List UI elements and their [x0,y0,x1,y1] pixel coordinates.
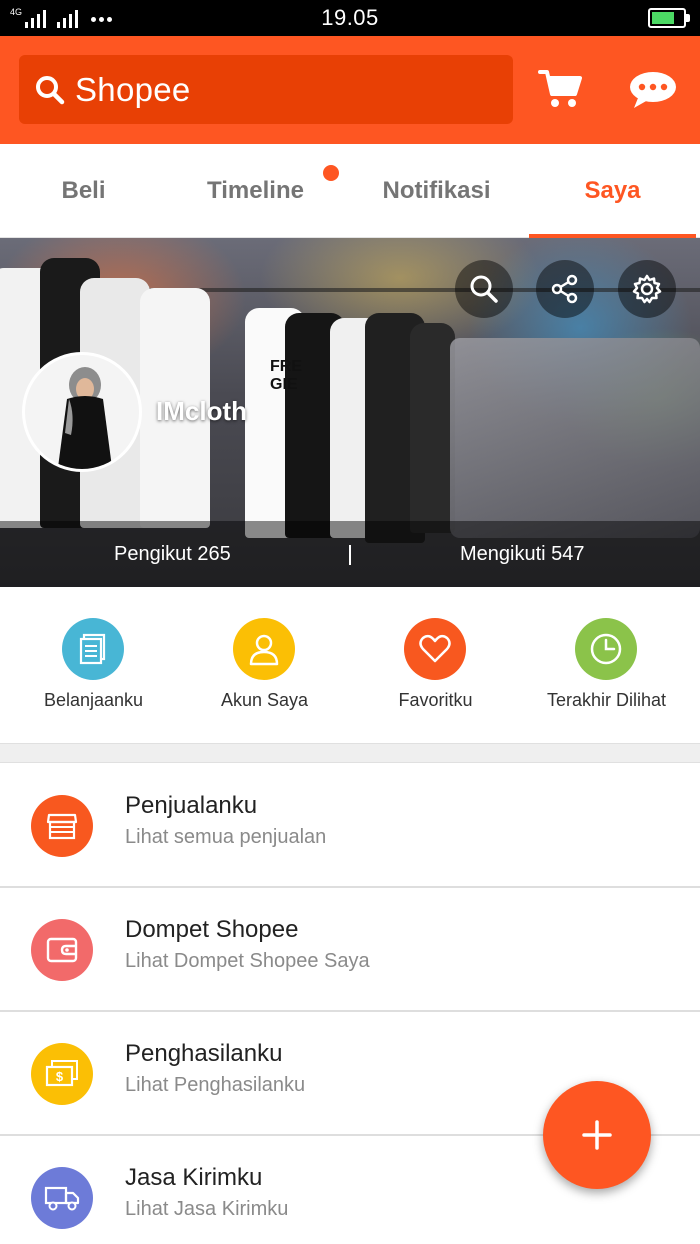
search-bar[interactable]: Shopee [19,55,513,124]
chat-icon[interactable] [628,70,678,110]
stats-divider [349,545,351,565]
share-button[interactable] [536,260,594,318]
quick-action-favoritku[interactable]: Favoritku [348,587,523,743]
menu-item-subtitle: Lihat Penghasilanku [125,1074,306,1096]
wallet-icon [31,919,93,981]
tab-beli[interactable]: Beli [0,144,167,238]
shop-avatar[interactable] [22,352,142,472]
shop-icon [31,795,93,857]
quick-action-label: Favoritku [398,690,473,710]
profile-screen: 4G 19.05 Shopee Beli Timeline Notifikasi… [0,0,700,1244]
menu-item-title: Penghasilanku [125,1040,283,1067]
shop-name: IMcloth [156,396,247,426]
quick-action-label: Belanjaanku [43,690,144,710]
svg-text:$: $ [56,1069,64,1084]
money-icon: $ [31,1043,93,1105]
tab-timeline[interactable]: Timeline [167,144,344,238]
clock-icon [575,618,637,680]
menu-item-title: Dompet Shopee [125,916,299,943]
follow-stats-bar: Pengikut 265 Mengikuti 547 [0,521,700,587]
gear-icon [632,274,662,304]
quick-action-label: Akun Saya [220,690,309,710]
cart-icon[interactable] [538,68,582,110]
heart-icon [404,618,466,680]
profile-cover: FRE GIE IMcloth Pengikut 265 Mengikuti 5… [0,238,700,587]
search-label: Shopee [75,70,191,108]
add-floating-button[interactable] [543,1081,651,1189]
menu-item-title: Jasa Kirimku [125,1164,263,1191]
main-tabs: Beli Timeline Notifikasi Saya [0,144,700,238]
quick-action-akun-saya[interactable]: Akun Saya [177,587,352,743]
following-count[interactable]: Mengikuti 547 [460,521,585,587]
search-icon [36,75,65,104]
section-divider [0,743,700,763]
quick-action-terakhir-dilihat[interactable]: Terakhir Dilihat [519,587,694,743]
quick-action-label: Terakhir Dilihat [546,690,667,710]
menu-item-subtitle: Lihat semua penjualan [125,826,327,848]
followers-count[interactable]: Pengikut 265 [114,521,231,587]
search-icon [470,275,498,303]
menu-item-dompet-shopee[interactable]: Dompet Shopee Lihat Dompet Shopee Saya [0,888,700,1012]
menu-item-subtitle: Lihat Jasa Kirimku [125,1198,289,1220]
settings-button[interactable] [618,260,676,318]
plus-icon [582,1120,612,1150]
menu-item-subtitle: Lihat Dompet Shopee Saya [125,950,370,972]
truck-icon [31,1167,93,1229]
share-icon [551,274,578,304]
document-icon [62,618,124,680]
menu-item-title: Penjualanku [125,792,258,819]
battery-icon [648,8,690,28]
tab-notifikasi[interactable]: Notifikasi [344,144,529,238]
cover-search-button[interactable] [455,260,513,318]
quick-action-belanjaanku[interactable]: Belanjaanku [6,587,181,743]
tab-saya[interactable]: Saya [529,144,696,238]
person-icon [233,618,295,680]
menu-item-penjualanku[interactable]: Penjualanku Lihat semua penjualan [0,764,700,888]
notification-dot [323,165,339,181]
status-bar: 4G 19.05 [0,0,700,36]
app-header: Shopee [0,36,700,144]
clock-time: 19.05 [321,5,379,30]
quick-actions: Belanjaanku Akun Saya Favoritku Terakhir… [0,587,700,743]
